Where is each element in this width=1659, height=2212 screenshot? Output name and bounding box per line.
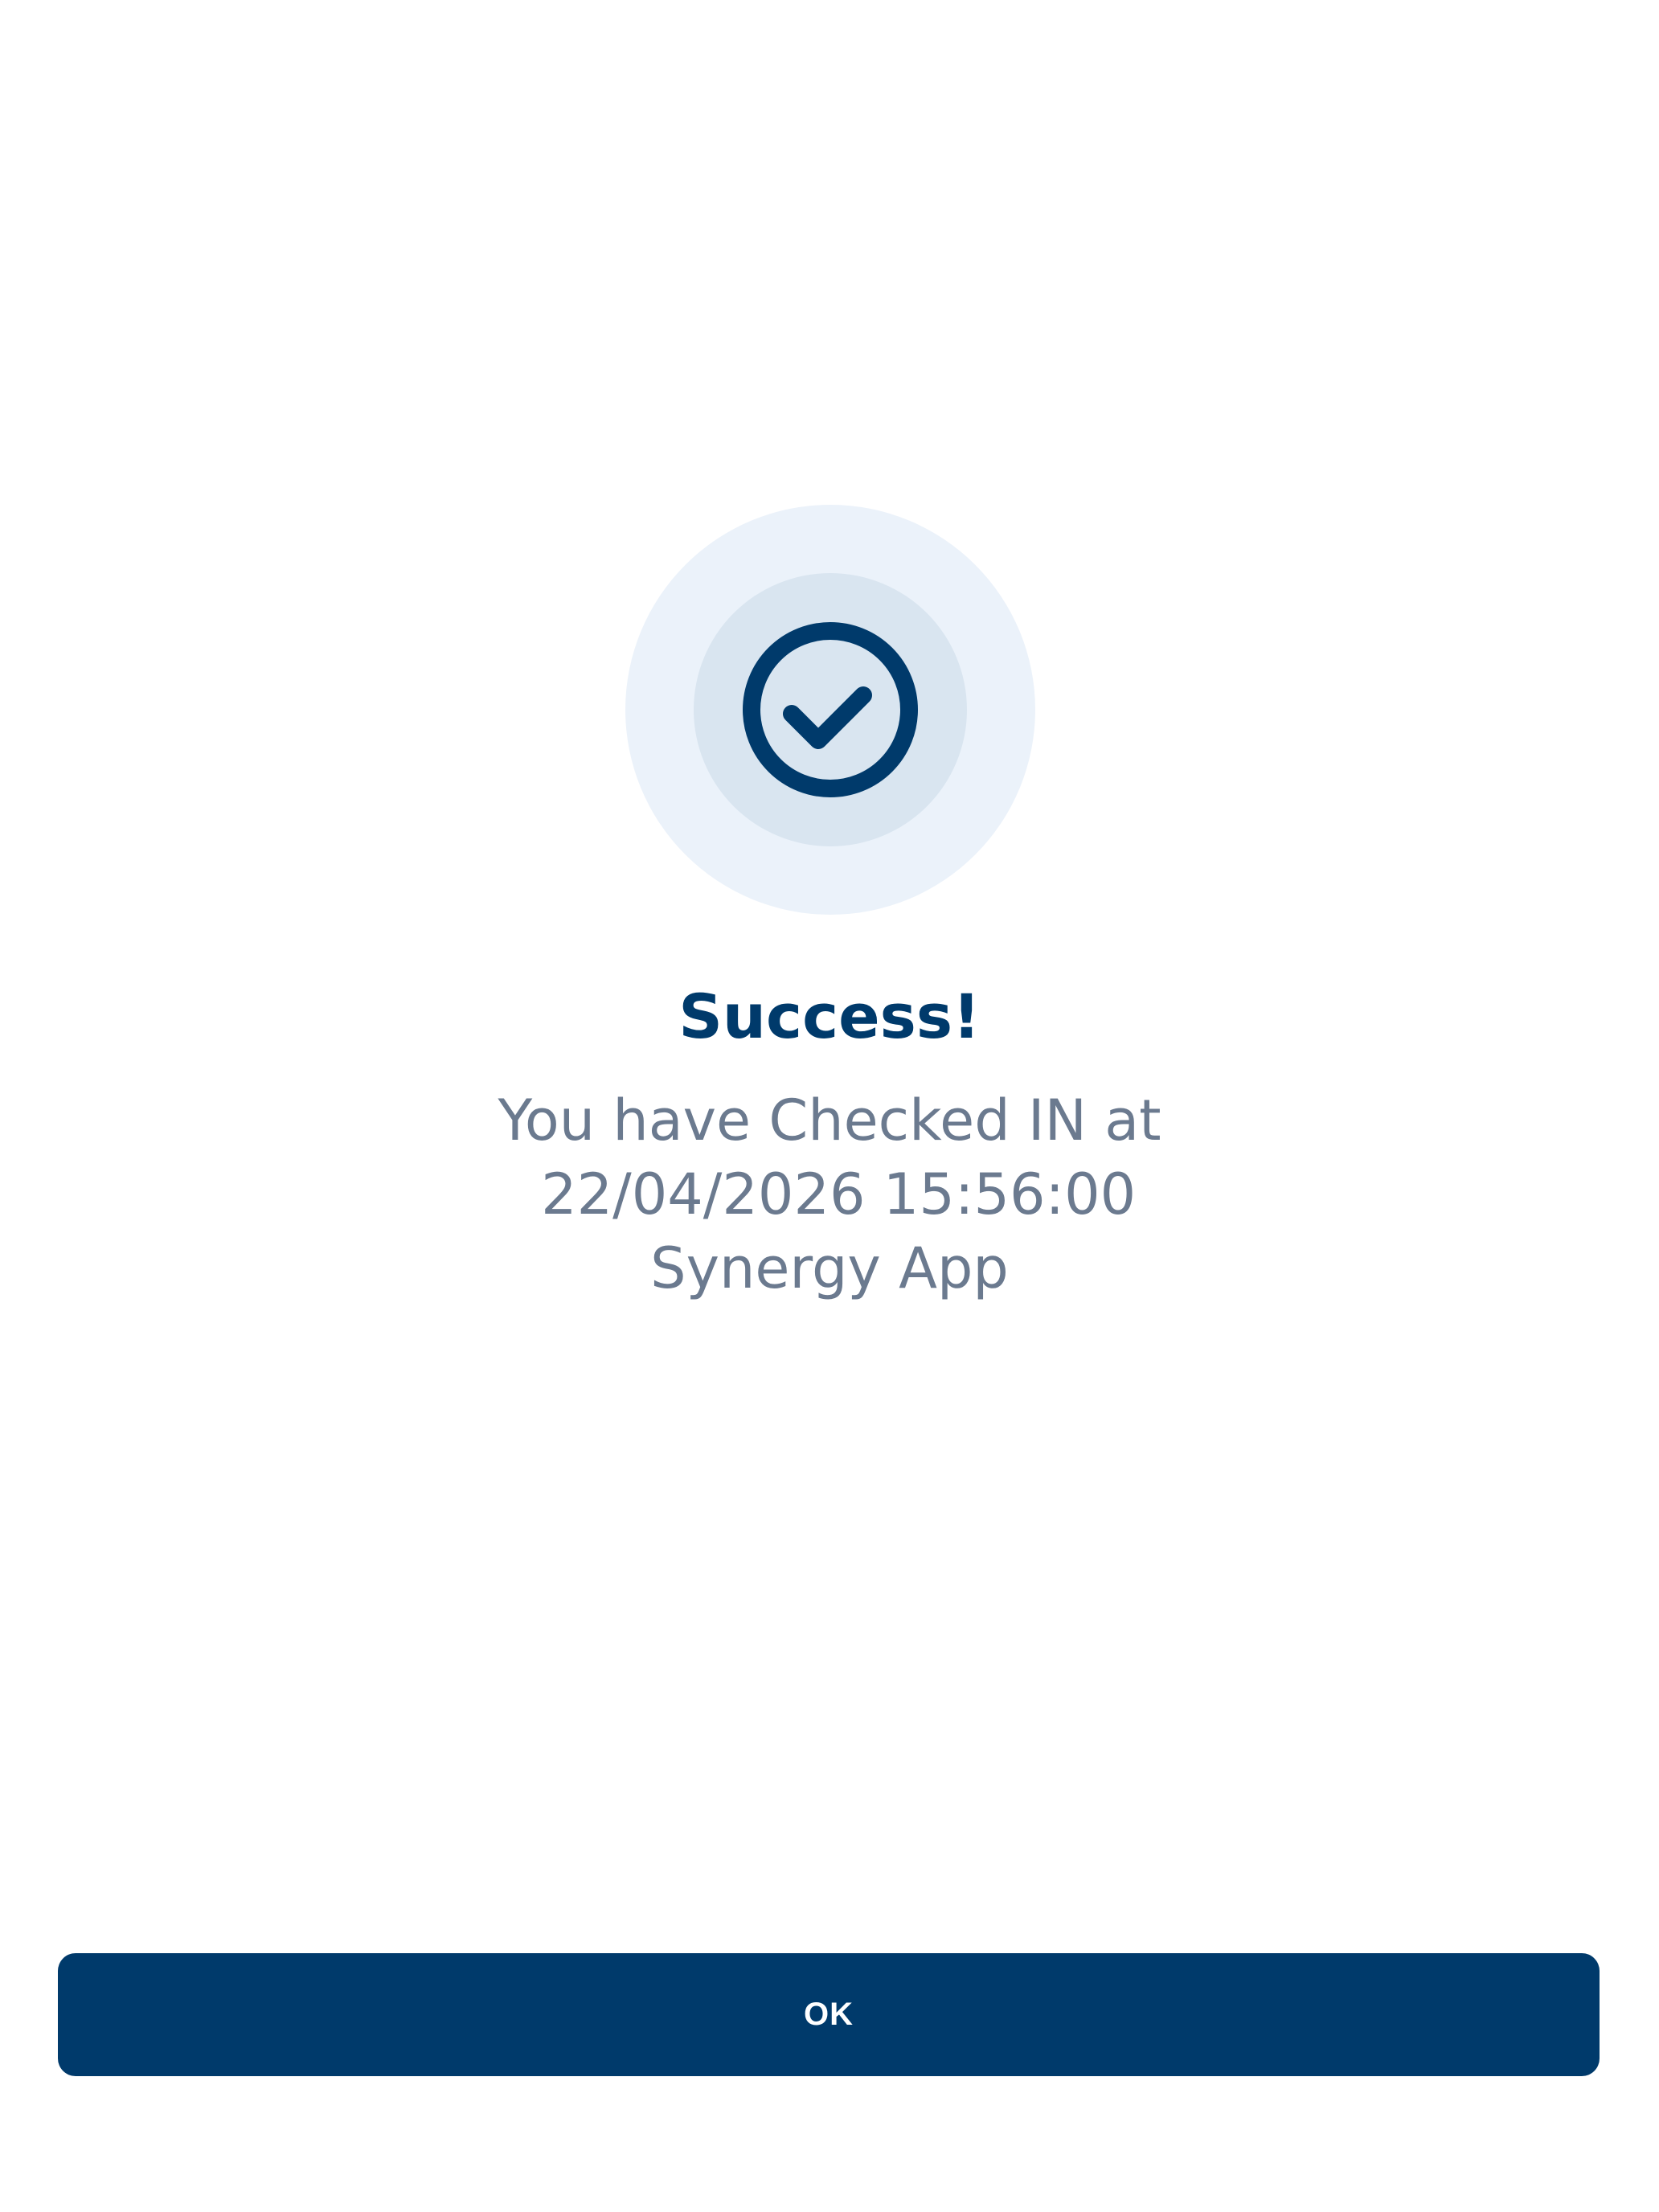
ok-button-label: OK [804,1997,854,2032]
check-circle-icon [743,622,918,797]
checkin-message: You have Checked IN at 22/04/2026 15:56:… [0,1083,1659,1305]
success-title: Success! [678,981,981,1052]
ok-button[interactable]: OK [58,1953,1600,2076]
message-line: 22/04/2026 15:56:00 [522,1161,1137,1227]
message-line: You have Checked IN at [498,1088,1161,1153]
message-line: Synergy App [650,1235,1009,1301]
